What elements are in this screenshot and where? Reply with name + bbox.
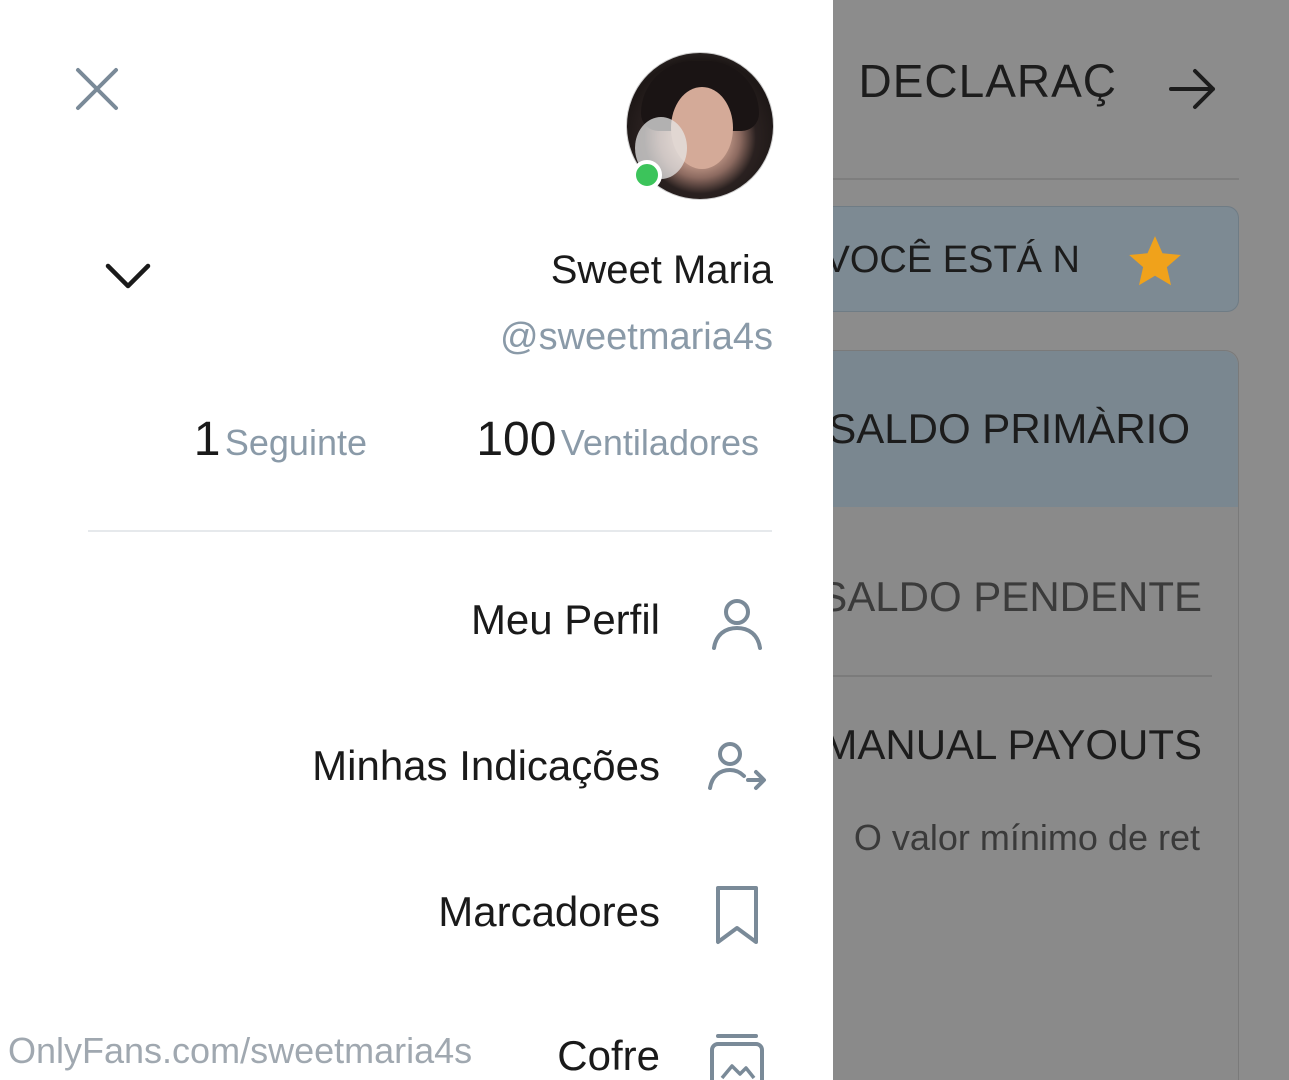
statements-title: DECLARAÇ	[858, 55, 1117, 107]
fans-stat[interactable]: 100 Ventiladores	[476, 412, 759, 467]
menu-item-label: Marcadores	[438, 888, 660, 935]
referral-icon	[708, 742, 766, 790]
menu-item-my-profile[interactable]: Meu Perfil	[60, 574, 780, 674]
menu-item-bookmarks[interactable]: Marcadores	[60, 866, 780, 966]
manual-payouts-label[interactable]: MANUAL PAYOUTS	[832, 721, 1202, 769]
vault-icon	[710, 1034, 764, 1080]
notice-text: VOCÊ ESTÁ N	[832, 239, 1080, 281]
online-status-dot	[632, 160, 662, 190]
fans-count: 100	[476, 413, 557, 466]
fans-label: Ventiladores	[560, 422, 759, 463]
menu-item-label: Meu Perfil	[470, 596, 660, 643]
balance-card: SALDO PRIMÀRIO SALDO PENDENTE MANUAL PAY…	[832, 350, 1239, 1080]
bookmark-icon	[716, 886, 758, 944]
drawer-divider	[88, 530, 772, 532]
star-icon	[1129, 236, 1181, 286]
user-icon	[712, 599, 762, 650]
menu-item-my-referrals[interactable]: Minhas Indicações	[60, 720, 780, 820]
back-arrow-icon[interactable]	[1165, 62, 1219, 116]
close-icon[interactable]	[66, 58, 128, 120]
menu-item-label: Cofre	[557, 1032, 660, 1079]
pending-balance-label: SALDO PENDENTE	[832, 573, 1202, 620]
watermark-text: OnlyFans.com/sweetmaria4s	[8, 1030, 473, 1071]
minimum-withdrawal-text: O valor mínimo de ret	[853, 817, 1200, 858]
display-name[interactable]: Sweet Maria	[551, 248, 773, 293]
chevron-down-icon[interactable]	[100, 248, 156, 304]
user-handle: @sweetmaria4s	[500, 316, 773, 358]
primary-balance-header: SALDO PRIMÀRIO	[832, 351, 1238, 507]
header-divider	[832, 178, 1239, 180]
side-drawer: Sweet Maria @sweetmaria4s 100 Ventilador…	[0, 0, 833, 1080]
primary-balance-label: SALDO PRIMÀRIO	[832, 405, 1190, 452]
card-divider	[832, 675, 1212, 677]
following-label: Seguinte	[224, 422, 367, 463]
notice-banner: VOCÊ ESTÁ N	[832, 206, 1239, 312]
menu-item-label: Minhas Indicações	[312, 742, 660, 789]
following-count: 1	[193, 413, 221, 466]
background-page: DECLARAÇ VOCÊ ESTÁ N SALDO PRIMÀRIO SALD…	[832, 0, 1289, 1080]
following-stat[interactable]: 1 Seguinte	[194, 412, 367, 467]
